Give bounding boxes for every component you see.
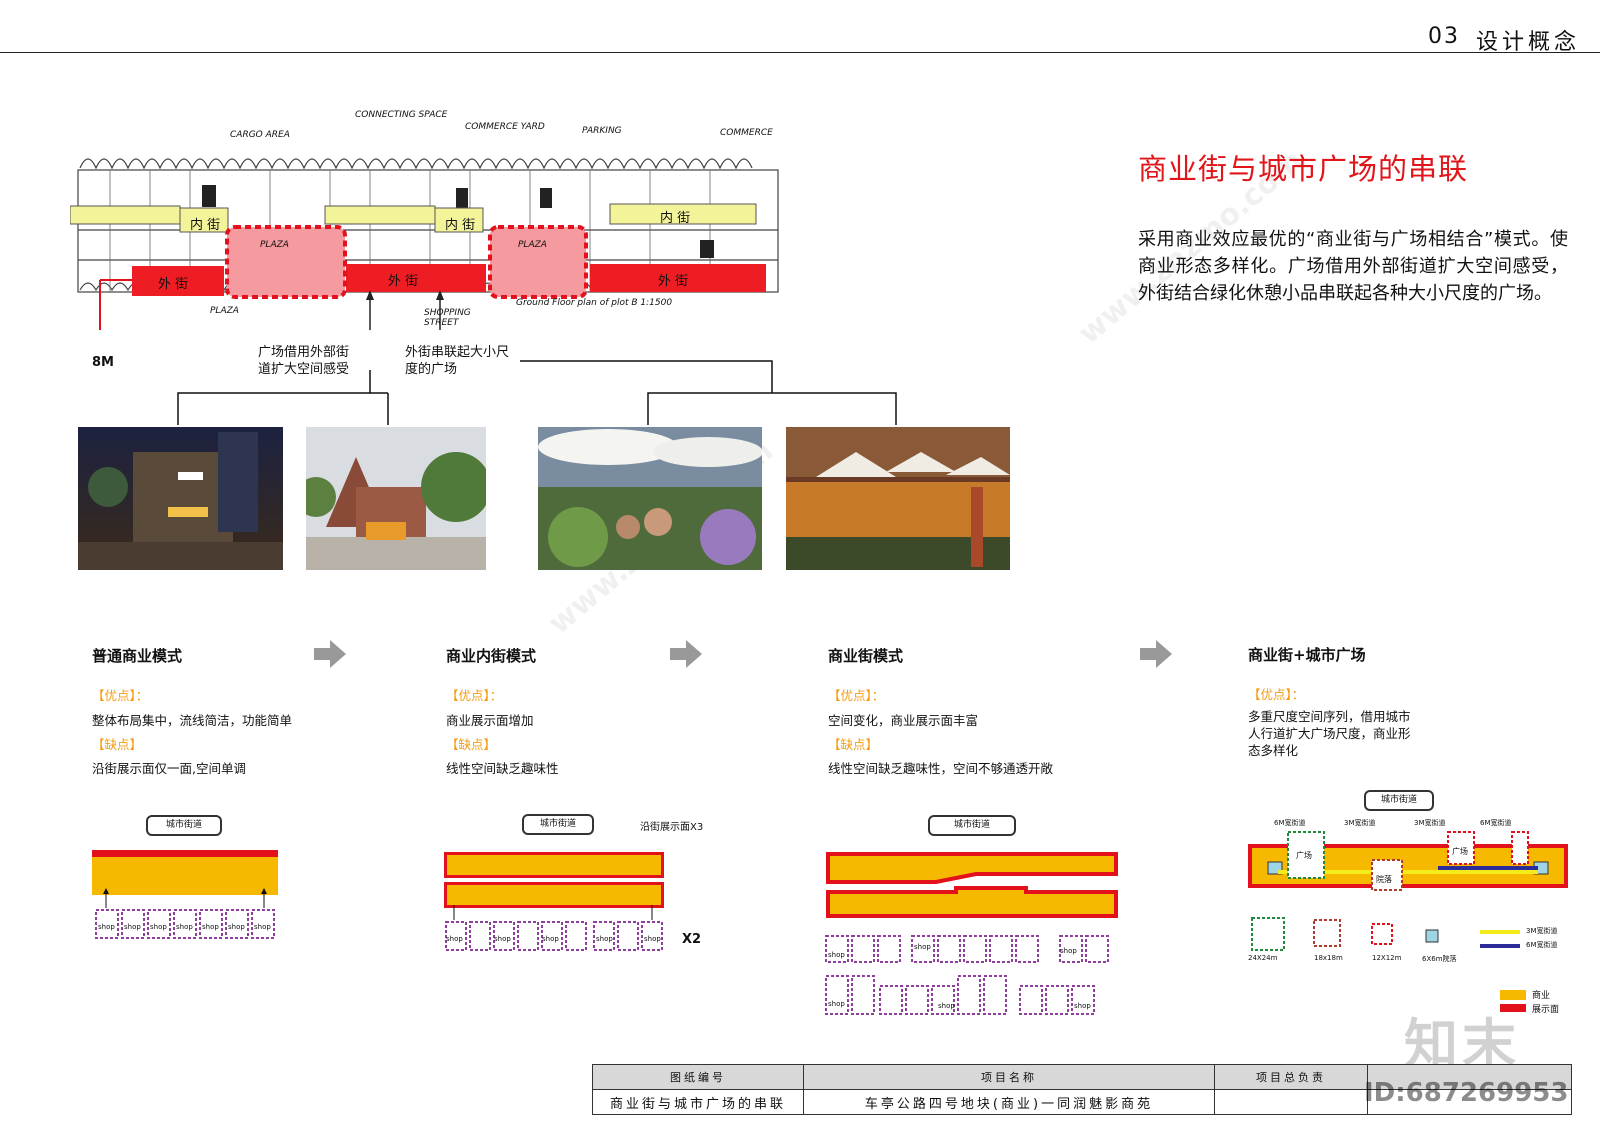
photo-outdoor-dining — [786, 427, 1010, 570]
flow-arrow-icon — [1140, 640, 1172, 668]
shop-label: shop — [254, 923, 271, 931]
size-label: 18x18m — [1314, 954, 1343, 962]
size-label: 24X24m — [1248, 954, 1278, 962]
cons-text: 沿街展示面仅一面,空间单调 — [92, 761, 246, 776]
pros-label: 【优点】： — [446, 688, 503, 703]
line-legend-label: 6M宽街道 — [1526, 941, 1558, 949]
square-label: 广场 — [1452, 847, 1468, 856]
photo-cafe-umbrellas — [538, 427, 762, 570]
shop-label: shop — [228, 923, 245, 931]
pros-text: 商业展示面增加 — [446, 713, 534, 728]
line-legend-blue — [1480, 944, 1520, 948]
size-legend — [1251, 917, 1439, 951]
shop-label: shop — [98, 923, 115, 931]
mode-title: 商业内街模式 — [446, 647, 537, 665]
shop-label: shop — [644, 935, 661, 943]
photo-plaza — [306, 427, 486, 570]
pros-label: 【优点】： — [1248, 687, 1305, 702]
watermark-id: ID:687269953 — [1364, 1078, 1569, 1108]
mode-title: 普通商业模式 — [92, 647, 183, 665]
pros-text: 多重尺度空间序列，借用城市人行道扩大广场尺度，商业形态多样化 — [1248, 709, 1411, 758]
courtyard-label: 院落 — [1376, 875, 1392, 884]
plaza-commerce-diagram — [1248, 831, 1568, 891]
cons-label: 【缺点】 — [828, 737, 879, 752]
display-x3-label: 沿街展示面X3 — [640, 822, 704, 833]
shop-label: shop — [828, 1000, 845, 1008]
title-block-header: 图纸编号 — [592, 1064, 804, 1090]
shop-row — [445, 905, 663, 951]
street-width-label: 6M宽街道 — [1480, 819, 1512, 827]
shop-label: shop — [202, 923, 219, 931]
cons-text: 线性空间缺乏趣味性，空间不够通透开敞 — [828, 761, 1054, 776]
line-legend-label: 3M宽街道 — [1526, 927, 1558, 935]
project-name: 车亭公路四号地块(商业)一同润魅影商苑 — [803, 1089, 1215, 1115]
staggered-commerce — [826, 852, 1118, 918]
shop-label: shop — [494, 935, 511, 943]
x2-label: X2 — [682, 932, 702, 947]
shop-label: shop — [124, 923, 141, 931]
shop-label: shop — [446, 935, 463, 943]
city-street-chip: 城市街道 — [146, 815, 222, 836]
street-width-label: 3M宽街道 — [1344, 819, 1376, 827]
project-lead — [1214, 1089, 1368, 1115]
title-block-header: 项目总负责 — [1214, 1064, 1368, 1090]
square-label: 广场 — [1296, 851, 1312, 860]
pros-label: 【优点】： — [828, 688, 885, 703]
shop-label: shop — [150, 923, 167, 931]
drawing-name: 商业街与城市广场的串联 — [592, 1089, 804, 1115]
mode-title: 商业街+城市广场 — [1248, 646, 1366, 664]
photo-night-street — [78, 427, 283, 570]
legend-label: 展示面 — [1532, 1005, 1560, 1015]
shop-label: shop — [542, 935, 559, 943]
legend-label: 商业 — [1532, 991, 1551, 1001]
street-width-label: 3M宽街道 — [1414, 819, 1446, 827]
shop-label: shop — [596, 935, 613, 943]
flow-arrow-icon — [314, 640, 346, 668]
commerce-block — [444, 852, 664, 878]
shop-label: shop — [828, 951, 845, 959]
city-street-chip: 城市街道 — [1364, 790, 1434, 811]
size-label: 6X6m院落 — [1422, 955, 1457, 963]
pros-text: 整体布局集中，流线简洁，功能简单 — [92, 713, 293, 728]
connector-lines — [177, 360, 897, 425]
title-block-header: 项目名称 — [803, 1064, 1215, 1090]
pros-text: 空间变化，商业展示面丰富 — [828, 713, 979, 728]
city-street-chip: 城市街道 — [928, 815, 1016, 836]
shop-label: shop — [1074, 1002, 1091, 1010]
street-width-label: 6M宽街道 — [1274, 819, 1306, 827]
shop-row — [95, 888, 275, 939]
flow-arrow-icon — [670, 640, 702, 668]
line-legend-yellow — [1480, 930, 1520, 934]
cons-label: 【缺点】 — [446, 737, 497, 752]
shop-label: shop — [1060, 947, 1077, 955]
mode-title: 商业街模式 — [828, 647, 904, 665]
shop-label: shop — [914, 943, 931, 951]
city-street-chip: 城市街道 — [522, 814, 594, 835]
shop-label: shop — [938, 1002, 955, 1010]
cons-label: 【缺点】 — [92, 737, 143, 752]
shop-label: shop — [176, 923, 193, 931]
pros-label: 【优点】： — [92, 688, 149, 703]
size-label: 12X12m — [1372, 954, 1402, 962]
legend-commerce-swatch — [1500, 990, 1526, 1000]
cons-text: 线性空间缺乏趣味性 — [446, 761, 559, 776]
